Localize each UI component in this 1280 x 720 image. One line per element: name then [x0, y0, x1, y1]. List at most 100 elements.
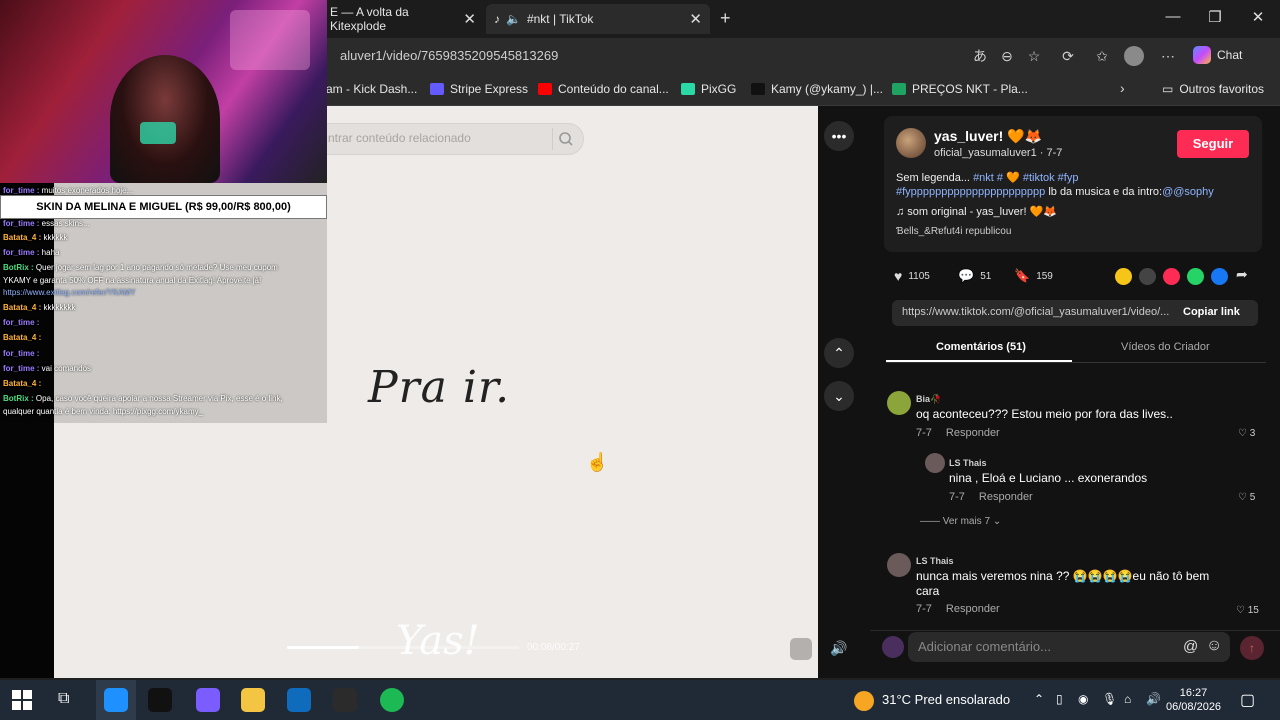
more-icon[interactable]: ⋯	[1158, 46, 1178, 66]
close-icon[interactable]: ✕	[689, 10, 702, 28]
caption-mention[interactable]: @@sophy	[1162, 186, 1214, 198]
more-options-icon[interactable]: •••	[824, 121, 854, 151]
new-tab-button[interactable]: +	[720, 8, 731, 29]
comment-button[interactable]: 💬 51	[958, 268, 991, 284]
other-favorites[interactable]: ▭ Outros favoritos	[1162, 82, 1264, 96]
chrome-icon[interactable]: ◉	[1078, 692, 1088, 706]
chevron-up-icon[interactable]: ⌃	[824, 338, 854, 368]
favorites-icon[interactable]: ✩	[1092, 46, 1112, 66]
video-overlay-text: Pra ir.	[368, 362, 511, 413]
discord-icon[interactable]	[196, 688, 220, 712]
share-arrow-icon[interactable]: ➦	[1236, 266, 1248, 283]
copilot-chat-button[interactable]: Chat	[1193, 46, 1242, 64]
comment-meta: 7-7 Responder	[916, 603, 1000, 615]
volume-icon[interactable]: 🔊	[824, 633, 854, 663]
comment-like-count: 5	[1249, 492, 1256, 503]
clock[interactable]: 16:27 06/08/2026	[1166, 686, 1221, 714]
embed-icon[interactable]	[1139, 268, 1156, 285]
chat-message: for_time :	[3, 318, 39, 327]
fav-stripe[interactable]: Stripe Express	[430, 82, 528, 96]
comment-user[interactable]: LS Thais	[949, 458, 987, 468]
extensions-icon[interactable]: ⟳	[1058, 46, 1078, 66]
network-icon[interactable]: ⌂	[1124, 692, 1131, 706]
follow-button[interactable]: Seguir	[1177, 130, 1249, 158]
creator-avatar[interactable]	[896, 128, 926, 158]
facebook-icon[interactable]	[1211, 268, 1228, 285]
caption-hashtag[interactable]: #fypppppppppppppppppppppp	[896, 186, 1045, 198]
task-view-icon[interactable]: ⧉	[58, 690, 69, 708]
video-link[interactable]: https://www.tiktok.com/@oficial_yasumalu…	[902, 306, 1172, 318]
share-friend-icon[interactable]	[1115, 268, 1132, 285]
creator-name[interactable]: yas_luver! 🧡🦊	[934, 128, 1042, 145]
spotify-icon[interactable]	[380, 688, 404, 712]
edge-icon[interactable]	[104, 688, 128, 712]
comment-like[interactable]: ♡ 5	[1238, 492, 1255, 503]
emoji-icon[interactable]: ☺	[1206, 637, 1222, 655]
app-icon[interactable]	[148, 688, 172, 712]
tab-tiktok[interactable]: ♪ 🔈 #nkt | TikTok ✕	[486, 4, 710, 34]
volume-icon[interactable]: 🔊	[1146, 692, 1161, 706]
chat-username: for_time :	[3, 364, 42, 373]
pip-icon[interactable]	[790, 638, 812, 660]
zoom-icon[interactable]: ⊖	[997, 46, 1017, 66]
file-explorer-icon[interactable]	[241, 688, 265, 712]
fav-precos[interactable]: PREÇOS NKT - Pla...	[892, 82, 1028, 96]
view-more-replies[interactable]: —— Ver mais 7 ⌄	[920, 516, 1001, 527]
favorite-star-icon[interactable]: ☆	[1024, 46, 1044, 66]
avatar[interactable]	[887, 391, 911, 415]
like-button[interactable]: ♥ 1105	[894, 268, 930, 284]
save-button[interactable]: 🔖 159	[1014, 268, 1053, 284]
fav-tiktok-kamy[interactable]: Kamy (@ykamy_) |...	[751, 82, 883, 96]
translate-icon[interactable]: あ	[970, 46, 990, 66]
comment-user[interactable]: Bia🥀	[916, 394, 941, 405]
avatar[interactable]	[887, 553, 911, 577]
fav-label: Stripe Express	[450, 82, 529, 96]
reply-button[interactable]: Responder	[979, 491, 1033, 503]
outlook-icon[interactable]	[287, 688, 311, 712]
chevron-up-icon[interactable]: ⌃	[1034, 692, 1044, 706]
meet-icon[interactable]: ▯	[1056, 692, 1063, 706]
copy-link-button[interactable]: Copiar link	[1183, 306, 1240, 318]
creator-handle[interactable]: oficial_yasumaluver1 · 7-7	[934, 147, 1062, 159]
chat-username: for_time :	[3, 219, 42, 228]
comment-like[interactable]: ♡ 3	[1238, 428, 1255, 439]
obs-icon[interactable]	[333, 688, 357, 712]
windows-start-icon[interactable]	[12, 690, 32, 710]
minimize-icon[interactable]: —	[1163, 8, 1183, 25]
profile-avatar[interactable]	[1124, 46, 1144, 66]
tab-comments[interactable]: Comentários (51)	[936, 341, 1026, 353]
close-window-icon[interactable]: ✕	[1248, 8, 1268, 26]
chevron-right-icon[interactable]: ›	[1120, 80, 1125, 96]
repost-info[interactable]: Ɓells_&Rɐfut4i republicou	[896, 226, 1011, 237]
fav-youtube[interactable]: Conteúdo do canal...	[538, 82, 669, 96]
chevron-down-icon[interactable]: ⌄	[824, 381, 854, 411]
share-direct-icon[interactable]	[1163, 268, 1180, 285]
sound-link[interactable]: ♫ som original - yas_luver! 🧡🦊	[896, 205, 1057, 218]
reply-button[interactable]: Responder	[946, 427, 1000, 439]
search-icon[interactable]	[552, 128, 576, 150]
weather-text[interactable]: 31°C Pred ensolarado	[882, 692, 1010, 707]
speaker-icon[interactable]: 🔈	[506, 12, 521, 26]
avatar[interactable]	[925, 453, 945, 473]
caption-hashtags[interactable]: #nkt # 🧡 #tiktok #fyp	[973, 172, 1078, 184]
tab-creator-videos[interactable]: Vídeos do Criador	[1121, 341, 1210, 353]
goal-banner: SKIN DA MELINA E MIGUEL (R$ 99,00/R$ 800…	[0, 195, 327, 219]
restore-icon[interactable]: ❐	[1205, 8, 1225, 26]
close-icon[interactable]: ✕	[463, 10, 476, 28]
mention-icon[interactable]: @	[1183, 638, 1198, 655]
fav-label: Conteúdo do canal...	[558, 82, 669, 96]
send-icon[interactable]: ↑	[1240, 636, 1264, 660]
reply-button[interactable]: Responder	[946, 603, 1000, 615]
chat-username: for_time :	[3, 318, 40, 327]
mic-icon[interactable]: 🎙	[1102, 692, 1117, 706]
whatsapp-icon[interactable]	[1187, 268, 1204, 285]
clock-date: 06/08/2026	[1166, 701, 1222, 713]
notifications-icon[interactable]: ▢	[1240, 690, 1255, 710]
tab-kick[interactable]: E — A volta da Kitexplode ✕	[322, 4, 484, 34]
url-field[interactable]: aluver1/video/7659835209545813269	[340, 48, 558, 63]
comment-input[interactable]: Adicionar comentário...	[908, 632, 1230, 662]
comment-like[interactable]: ♡ 15	[1236, 605, 1259, 616]
fav-pixgg[interactable]: PixGG	[681, 82, 736, 96]
bookmark-icon: 🔖	[1014, 268, 1031, 283]
comment-user[interactable]: LS Thais	[916, 556, 954, 566]
